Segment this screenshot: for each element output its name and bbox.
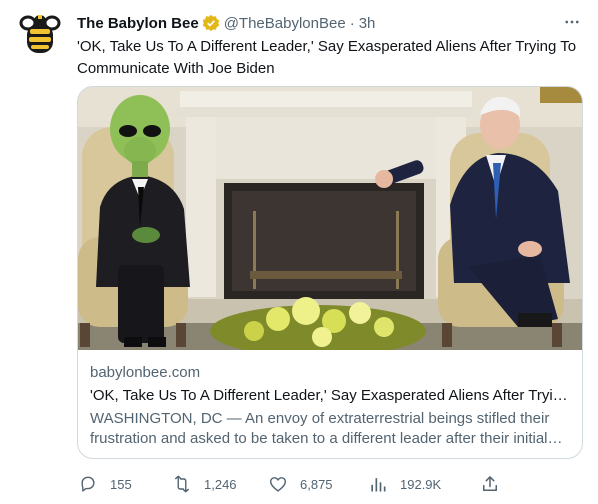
- views-icon: [371, 478, 386, 492]
- author-handle[interactable]: @TheBabylonBee: [224, 15, 346, 32]
- card-domain[interactable]: babylonbee.com: [90, 363, 570, 383]
- verified-badge-icon[interactable]: [202, 14, 220, 32]
- retweet-button[interactable]: 1,246: [172, 470, 237, 498]
- more-dots-icon[interactable]: [560, 10, 584, 34]
- tweet-actions: 155 1,246 6,875 192.9K: [72, 470, 512, 498]
- reply-icon: [81, 476, 95, 492]
- retweet-icon: [175, 475, 189, 493]
- separator-dot: ·: [349, 14, 355, 32]
- like-button[interactable]: 6,875: [268, 470, 333, 498]
- tweet-header: The Babylon Bee @TheBabylonBee · 3h: [77, 12, 584, 34]
- share-icon: [483, 476, 497, 491]
- views-count: 192.9K: [400, 476, 442, 492]
- card-description[interactable]: WASHINGTON, DC — An envoy of extraterres…: [90, 409, 570, 449]
- tweet[interactable]: The Babylon Bee @TheBabylonBee · 3h 'OK,…: [0, 0, 598, 504]
- share-button[interactable]: [480, 470, 500, 498]
- like-icon: [269, 477, 287, 492]
- retweet-count: 1,246: [204, 476, 237, 492]
- tweet-text: 'OK, Take Us To A Different Leader,' Say…: [77, 38, 577, 77]
- author-display-name[interactable]: The Babylon Bee: [77, 15, 199, 32]
- link-card[interactable]: babylonbee.com 'OK, Take Us To A Differe…: [77, 86, 583, 459]
- reply-count: 155: [110, 476, 132, 492]
- card-title[interactable]: 'OK, Take Us To A Different Leader,' Say…: [90, 386, 570, 406]
- reply-button[interactable]: 155: [78, 470, 132, 498]
- like-count: 6,875: [300, 476, 333, 492]
- card-image[interactable]: [78, 87, 582, 357]
- babylon-bee-logo[interactable]: [18, 12, 62, 56]
- tweet-time[interactable]: 3h: [359, 15, 376, 32]
- views-button[interactable]: 192.9K: [368, 470, 441, 498]
- card-meta[interactable]: babylonbee.com 'OK, Take Us To A Differe…: [90, 363, 570, 449]
